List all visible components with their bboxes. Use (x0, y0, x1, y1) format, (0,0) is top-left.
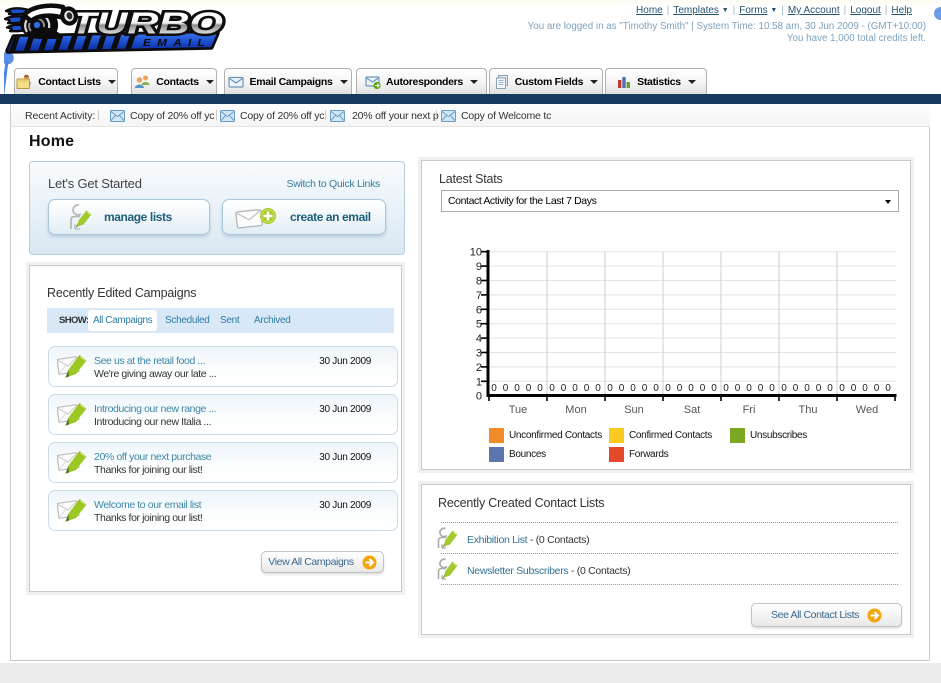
svg-text:0: 0 (862, 383, 868, 394)
svg-text:0: 0 (619, 383, 625, 394)
svg-text:Tue: Tue (509, 404, 528, 416)
svg-text:0: 0 (630, 383, 636, 394)
svg-text:0: 0 (476, 391, 482, 403)
svg-text:0: 0 (735, 383, 741, 394)
svg-text:0: 0 (885, 383, 891, 394)
svg-text:0: 0 (723, 383, 729, 394)
svg-text:Fri: Fri (743, 404, 756, 416)
svg-text:0: 0 (711, 383, 717, 394)
svg-text:0: 0 (607, 383, 613, 394)
svg-text:0: 0 (677, 383, 683, 394)
svg-text:0: 0 (781, 383, 787, 394)
svg-text:0: 0 (572, 383, 578, 394)
svg-text:0: 0 (688, 383, 694, 394)
svg-text:0: 0 (874, 383, 880, 394)
svg-text:Mon: Mon (565, 404, 586, 416)
svg-text:0: 0 (700, 383, 706, 394)
svg-text:TURBO: TURBO (70, 6, 223, 41)
svg-text:10: 10 (470, 247, 482, 259)
svg-text:0: 0 (595, 383, 601, 394)
svg-text:0: 0 (584, 383, 590, 394)
svg-text:9: 9 (476, 261, 482, 273)
svg-text:0: 0 (549, 383, 555, 394)
svg-text:0: 0 (769, 383, 775, 394)
svg-text:0: 0 (746, 383, 752, 394)
svg-text:8: 8 (476, 276, 482, 288)
svg-text:0: 0 (758, 383, 764, 394)
svg-text:0: 0 (642, 383, 648, 394)
svg-text:0: 0 (839, 383, 845, 394)
svg-text:0: 0 (793, 383, 799, 394)
svg-text:Wed: Wed (856, 404, 878, 416)
svg-text:Sat: Sat (684, 404, 701, 416)
svg-text:3: 3 (476, 348, 482, 360)
svg-text:0: 0 (665, 383, 671, 394)
svg-text:5: 5 (476, 319, 482, 331)
svg-text:2: 2 (476, 362, 482, 374)
svg-text:0: 0 (816, 383, 822, 394)
svg-text:0: 0 (804, 383, 810, 394)
svg-text:0: 0 (851, 383, 857, 394)
svg-text:0: 0 (503, 383, 509, 394)
svg-text:4: 4 (476, 333, 482, 345)
svg-text:0: 0 (561, 383, 567, 394)
svg-text:0: 0 (653, 383, 659, 394)
svg-text:1: 1 (476, 376, 482, 388)
svg-text:7: 7 (476, 290, 482, 302)
svg-text:6: 6 (476, 304, 482, 316)
svg-text:0: 0 (526, 383, 532, 394)
svg-text:0: 0 (827, 383, 833, 394)
svg-text:0: 0 (537, 383, 543, 394)
svg-text:0: 0 (491, 383, 497, 394)
svg-text:0: 0 (514, 383, 520, 394)
svg-text:Thu: Thu (799, 404, 818, 416)
svg-text:Sun: Sun (624, 404, 644, 416)
